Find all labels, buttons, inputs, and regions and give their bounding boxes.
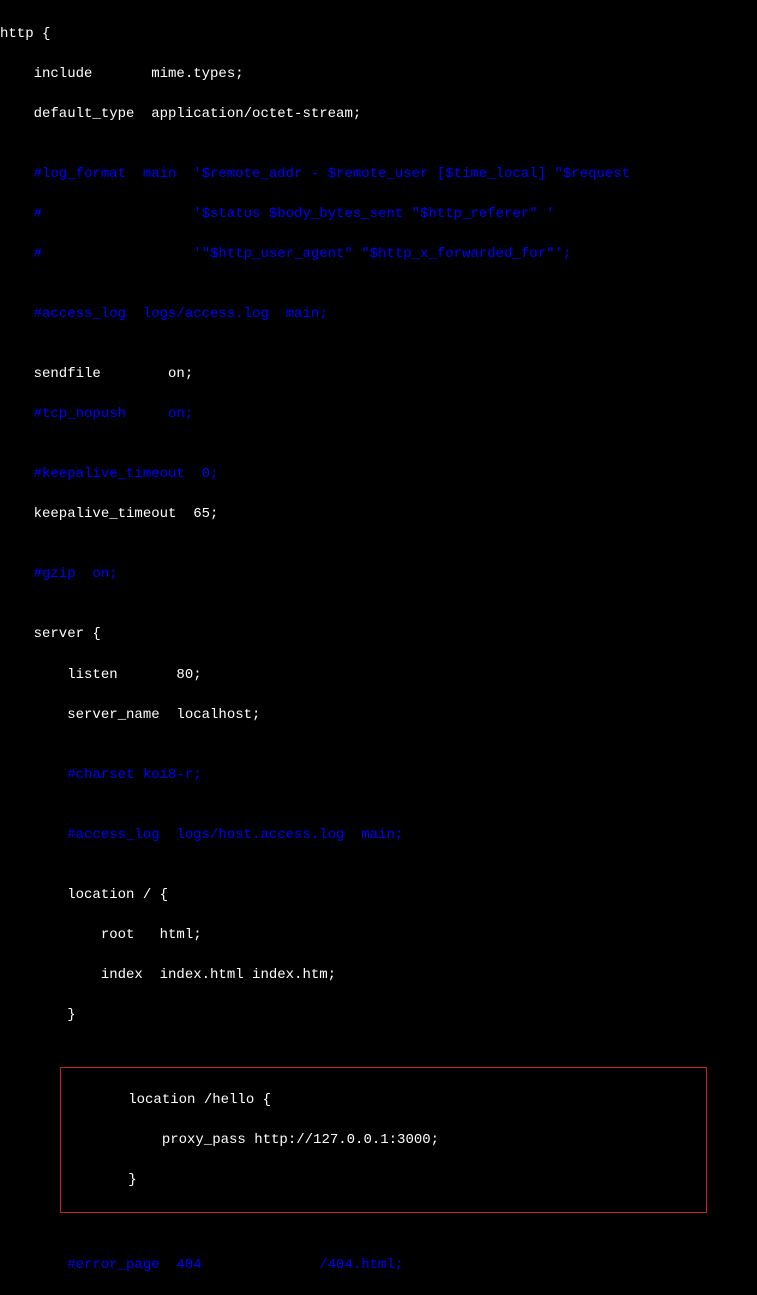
- highlighted-location-block: location /hello { proxy_pass http://127.…: [60, 1067, 707, 1213]
- code-comment-line: #charset koi8-r;: [0, 765, 757, 785]
- code-line: default_type application/octet-stream;: [0, 104, 757, 124]
- code-comment-line: #access_log logs/access.log main;: [0, 304, 757, 324]
- code-line: location /hello {: [61, 1090, 706, 1110]
- code-comment-line: #gzip on;: [0, 564, 757, 584]
- code-comment-line: #access_log logs/host.access.log main;: [0, 825, 757, 845]
- code-line: }: [61, 1170, 706, 1190]
- code-line: location / {: [0, 885, 757, 905]
- code-comment-line: #error_page 404 /404.html;: [0, 1255, 757, 1275]
- code-comment-line: # '"$http_user_agent" "$http_x_forwarded…: [0, 244, 757, 264]
- code-line: server_name localhost;: [0, 705, 757, 725]
- code-line: http {: [0, 24, 757, 44]
- code-line: listen 80;: [0, 665, 757, 685]
- code-line: server {: [0, 624, 757, 644]
- code-line: root html;: [0, 925, 757, 945]
- code-comment-line: #keepalive_timeout 0;: [0, 464, 757, 484]
- code-comment-line: #tcp_nopush on;: [0, 404, 757, 424]
- code-line: index index.html index.htm;: [0, 965, 757, 985]
- code-line: sendfile on;: [0, 364, 757, 384]
- code-comment-line: #log_format main '$remote_addr - $remote…: [0, 164, 757, 184]
- code-line: keepalive_timeout 65;: [0, 504, 757, 524]
- code-comment-line: # '$status $body_bytes_sent "$http_refer…: [0, 204, 757, 224]
- code-line: include mime.types;: [0, 64, 757, 84]
- code-line: }: [0, 1005, 757, 1025]
- code-line: proxy_pass http://127.0.0.1:3000;: [61, 1130, 706, 1150]
- nginx-config-code: http { include mime.types; default_type …: [0, 4, 757, 1295]
